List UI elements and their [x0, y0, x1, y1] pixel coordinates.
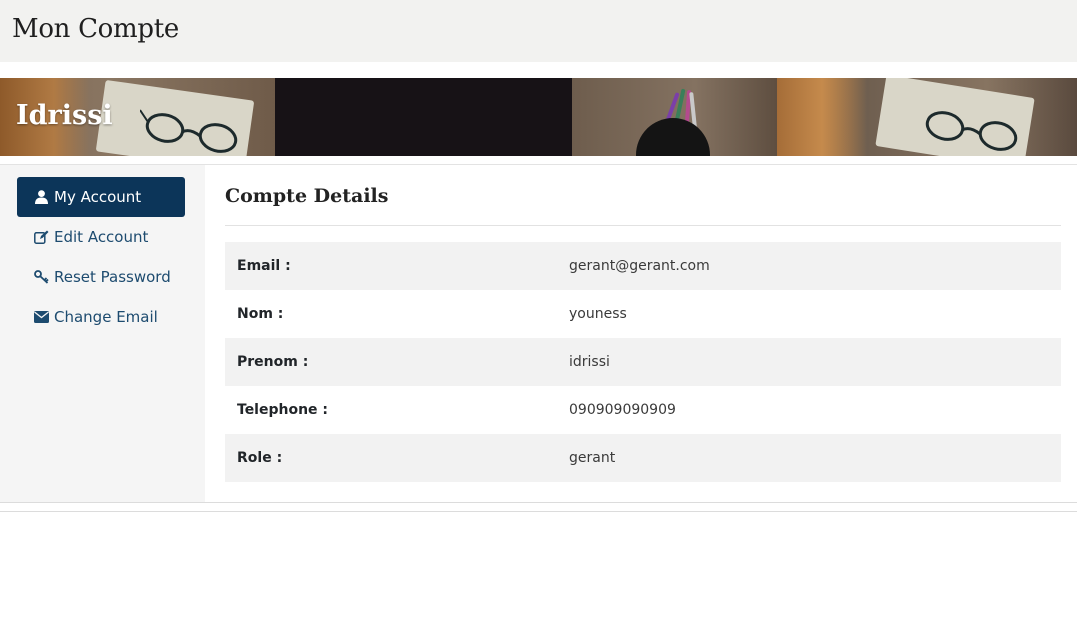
sidebar-item-change-email[interactable]: Change Email — [17, 297, 185, 337]
sidebar-item-label: My Account — [54, 188, 142, 206]
glasses-image — [140, 109, 238, 153]
detail-key: Email : — [237, 258, 291, 274]
detail-row-nom: Nom : youness — [225, 290, 1061, 338]
envelope-icon — [33, 309, 49, 325]
detail-row-telephone: Telephone : 090909090909 — [225, 386, 1061, 434]
sidebar-item-label: Edit Account — [54, 228, 149, 246]
detail-row-email: Email : gerant@gerant.com — [225, 242, 1061, 290]
divider — [225, 225, 1061, 226]
page-title: Mon Compte — [12, 14, 179, 44]
user-icon — [33, 189, 49, 205]
account-details-panel: Compte Details Email : gerant@gerant.com… — [225, 165, 1061, 502]
divider — [0, 502, 1077, 503]
detail-row-role: Role : gerant — [225, 434, 1061, 482]
page-header: Mon Compte — [0, 0, 1077, 62]
sidebar-item-my-account[interactable]: My Account — [17, 177, 185, 217]
key-icon — [33, 269, 49, 285]
detail-value: youness — [569, 306, 627, 322]
edit-icon — [33, 229, 49, 245]
account-sidebar: My Account Edit Account Reset Password C… — [0, 165, 205, 502]
profile-banner: Idrissi — [0, 78, 1077, 156]
detail-value: gerant@gerant.com — [569, 258, 710, 274]
glasses-image-2 — [925, 111, 1018, 151]
detail-value: 090909090909 — [569, 402, 676, 418]
detail-key: Role : — [237, 450, 283, 466]
detail-value: idrissi — [569, 354, 610, 370]
detail-key: Telephone : — [237, 402, 329, 418]
sidebar-item-edit-account[interactable]: Edit Account — [17, 217, 185, 257]
detail-key: Nom : — [237, 306, 284, 322]
detail-row-prenom: Prenom : idrissi — [225, 338, 1061, 386]
sidebar-item-label: Change Email — [54, 308, 158, 326]
divider — [0, 511, 1077, 512]
sidebar-item-label: Reset Password — [54, 268, 171, 286]
profile-name: Idrissi — [16, 100, 113, 131]
detail-key: Prenom : — [237, 354, 309, 370]
details-title: Compte Details — [225, 185, 389, 207]
detail-value: gerant — [569, 450, 616, 466]
sidebar-item-reset-password[interactable]: Reset Password — [17, 257, 185, 297]
